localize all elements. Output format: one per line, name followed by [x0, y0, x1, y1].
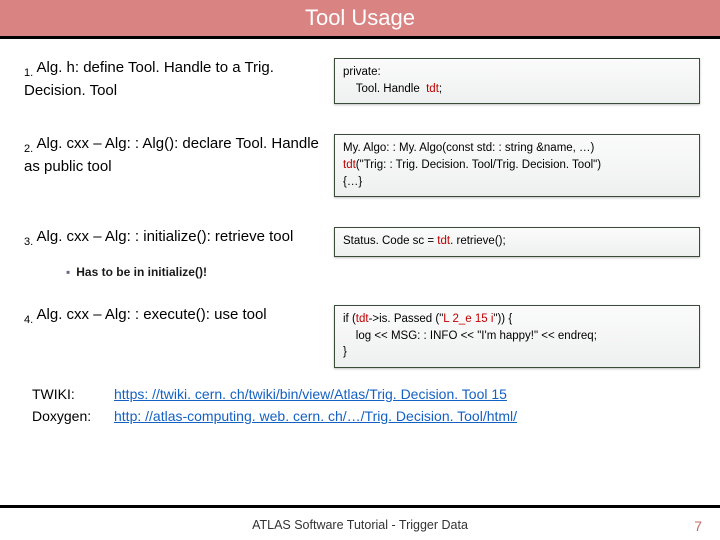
code-col-2: My. Algo: : My. Algo(const std: : string… [334, 134, 700, 197]
twiki-label: TWIKI: [32, 384, 114, 406]
step-text-3: 3. Alg. cxx – Alg: : initialize(): retri… [24, 227, 334, 250]
links-labels: TWIKI: Doxygen: [32, 384, 114, 427]
doxygen-label: Doxygen: [32, 406, 114, 428]
title-bar: Tool Usage [0, 0, 720, 36]
code-box-4: if (tdt->is. Passed ("L 2_e 15 i")) { lo… [334, 305, 700, 368]
footer-text: ATLAS Software Tutorial - Trigger Data [0, 518, 720, 532]
step-row-2: 2. Alg. cxx – Alg: : Alg(): declare Tool… [24, 134, 700, 197]
code-box-2: My. Algo: : My. Algo(const std: : string… [334, 134, 700, 197]
code-col-1: private: Tool. Handle tdt; [334, 58, 700, 104]
links-values: https: //twiki. cern. ch/twiki/bin/view/… [114, 384, 517, 427]
initialize-note: ▪Has to be in initialize()! [66, 265, 700, 279]
bullet-icon: ▪ [66, 265, 70, 279]
code-col-3: Status. Code sc = tdt. retrieve(); [334, 227, 700, 257]
step-row-4: 4. Alg. cxx – Alg: : execute(): use tool… [24, 305, 700, 368]
twiki-link[interactable]: https: //twiki. cern. ch/twiki/bin/view/… [114, 386, 507, 402]
code-box-1: private: Tool. Handle tdt; [334, 58, 700, 104]
page-title: Tool Usage [305, 5, 415, 30]
footer-divider [0, 505, 720, 508]
links-row: TWIKI: Doxygen: https: //twiki. cern. ch… [32, 384, 700, 427]
step-text-4: 4. Alg. cxx – Alg: : execute(): use tool [24, 305, 334, 328]
slide-content: 1. Alg. h: define Tool. Handle to a Trig… [0, 36, 720, 435]
step-row-3: 3. Alg. cxx – Alg: : initialize(): retri… [24, 227, 700, 257]
step-text-2: 2. Alg. cxx – Alg: : Alg(): declare Tool… [24, 134, 334, 177]
doxygen-link[interactable]: http: //atlas-computing. web. cern. ch/…… [114, 408, 517, 424]
page-number: 7 [694, 518, 702, 534]
step-text-1: 1. Alg. h: define Tool. Handle to a Trig… [24, 58, 334, 101]
step-row-1: 1. Alg. h: define Tool. Handle to a Trig… [24, 58, 700, 104]
code-box-3: Status. Code sc = tdt. retrieve(); [334, 227, 700, 257]
code-col-4: if (tdt->is. Passed ("L 2_e 15 i")) { lo… [334, 305, 700, 368]
